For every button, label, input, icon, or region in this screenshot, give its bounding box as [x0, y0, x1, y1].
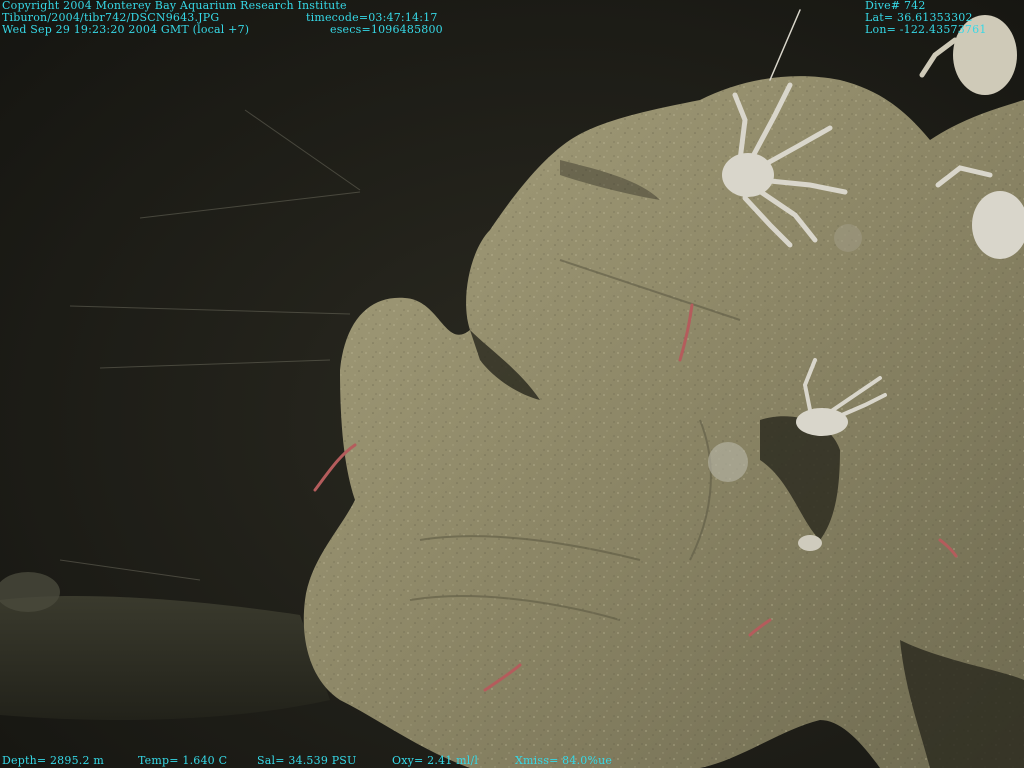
sunken-log: [0, 595, 330, 720]
overlay-copyright: Copyright 2004 Monterey Bay Aquarium Res…: [2, 0, 347, 12]
overlay-oxy: Oxy= 2.41 ml/l: [392, 754, 479, 767]
overlay-sal: Sal= 34.539 PSU: [257, 754, 357, 767]
overlay-esecs: esecs=1096485800: [330, 23, 443, 36]
overlay-lon: Lon= -122.43573761: [865, 23, 987, 36]
deep-sea-photo: [0, 0, 1024, 768]
anemone-small: [834, 224, 862, 252]
overlay-temp: Temp= 1.640 C: [138, 754, 228, 767]
overlay-lat: Lat= 36.61353302: [865, 11, 973, 24]
overlay-datetime: Wed Sep 29 19:23:20 2004 GMT (local +7): [2, 23, 250, 36]
overlay-dive: Dive# 742: [865, 0, 926, 12]
overlay-timecode: timecode=03:47:14:17: [306, 11, 438, 24]
overlay-xmiss: Xmiss= 84.0%ue: [515, 754, 613, 767]
overlay-file-path: Tiburon/2004/tibr742/DSCN9643.JPG: [2, 11, 220, 24]
small-crab: [798, 535, 822, 551]
overlay-depth: Depth= 2895.2 m: [2, 754, 105, 767]
anemone: [708, 442, 748, 482]
